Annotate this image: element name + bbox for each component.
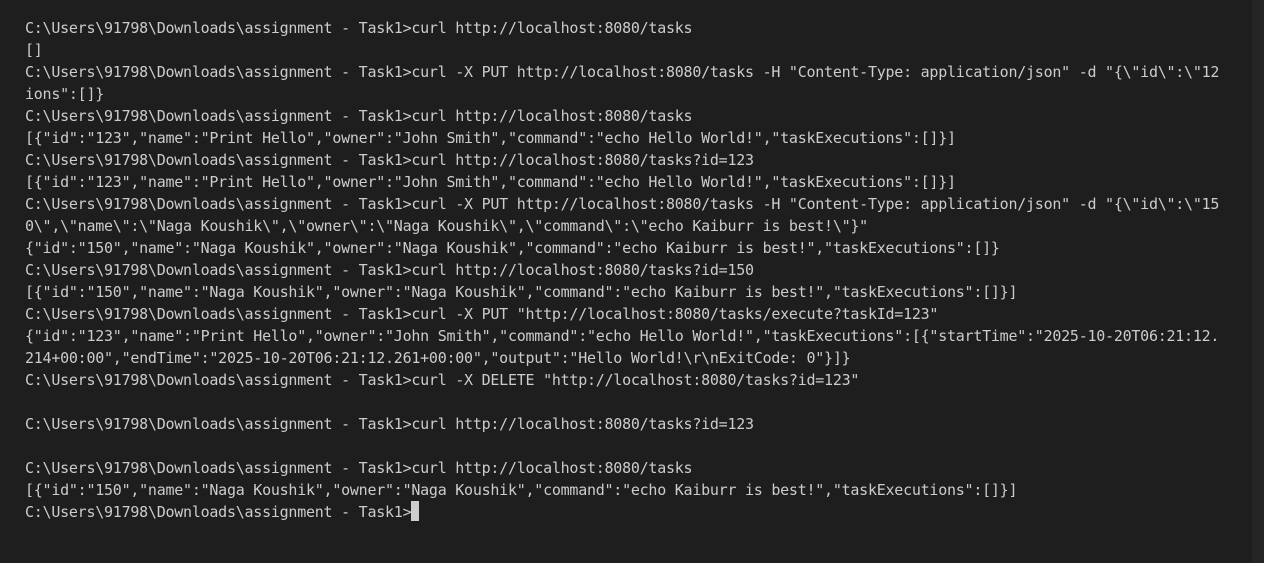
terminal-line: 0\",\"name\":\"Naga Koushik\",\"owner\":…	[25, 217, 868, 235]
terminal-line: [{"id":"123","name":"Print Hello","owner…	[25, 129, 956, 147]
terminal-line: C:\Users\91798\Downloads\assignment - Ta…	[25, 459, 693, 477]
command-prompt-line[interactable]: C:\Users\91798\Downloads\assignment - Ta…	[25, 501, 1250, 523]
terminal-line: C:\Users\91798\Downloads\assignment - Ta…	[25, 305, 939, 323]
text-cursor	[411, 501, 420, 521]
terminal-line: ions":[]}	[25, 85, 105, 103]
terminal-line: C:\Users\91798\Downloads\assignment - Ta…	[25, 415, 754, 433]
terminal-output: C:\Users\91798\Downloads\assignment - Ta…	[25, 17, 1250, 523]
terminal-line: C:\Users\91798\Downloads\assignment - Ta…	[25, 151, 754, 169]
terminal-line: []	[25, 41, 43, 59]
terminal-line: C:\Users\91798\Downloads\assignment - Ta…	[25, 107, 693, 125]
terminal-line: C:\Users\91798\Downloads\assignment - Ta…	[25, 261, 754, 279]
terminal-line: {"id":"150","name":"Naga Koushik","owner…	[25, 239, 1000, 257]
terminal-line: [{"id":"150","name":"Naga Koushik","owne…	[25, 481, 1018, 499]
terminal-line: 214+00:00","endTime":"2025-10-20T06:21:1…	[25, 349, 851, 367]
terminal-line: C:\Users\91798\Downloads\assignment - Ta…	[25, 19, 693, 37]
scrollbar[interactable]	[1252, 0, 1264, 563]
terminal-line: C:\Users\91798\Downloads\assignment - Ta…	[25, 371, 860, 389]
terminal-line: [{"id":"123","name":"Print Hello","owner…	[25, 173, 956, 191]
terminal-line: C:\Users\91798\Downloads\assignment - Ta…	[25, 195, 1220, 213]
terminal-line: [{"id":"150","name":"Naga Koushik","owne…	[25, 283, 1018, 301]
terminal-line: C:\Users\91798\Downloads\assignment - Ta…	[25, 63, 1220, 81]
terminal-window[interactable]: C:\Users\91798\Downloads\assignment - Ta…	[0, 0, 1264, 563]
terminal-line: {"id":"123","name":"Print Hello","owner"…	[25, 327, 1220, 345]
command-prompt: C:\Users\91798\Downloads\assignment - Ta…	[25, 503, 412, 521]
